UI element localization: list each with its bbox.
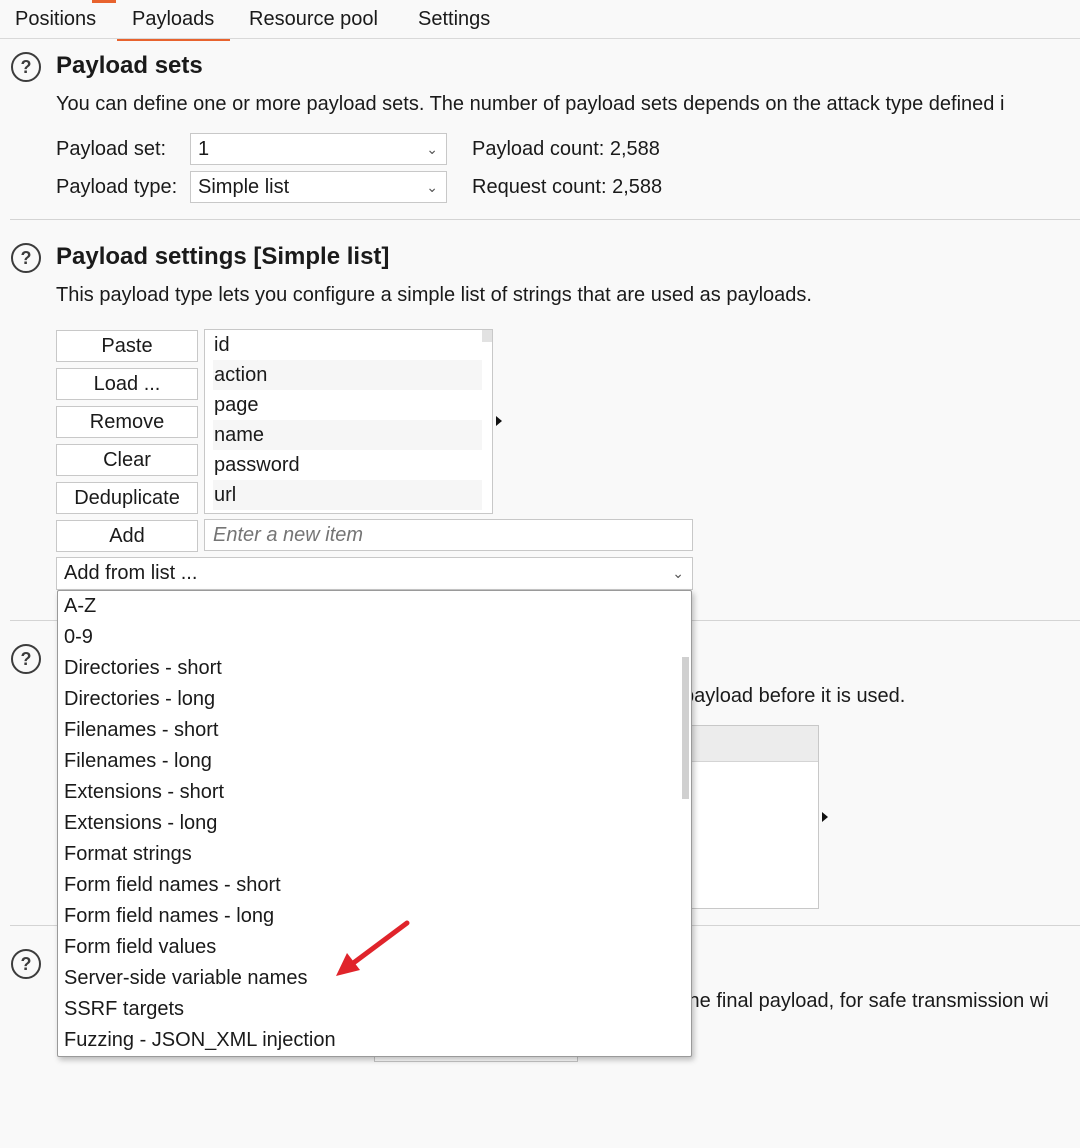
add-from-list-value: Add from list ...: [64, 562, 198, 584]
payload-type-select[interactable]: Simple list ⌄: [190, 171, 447, 203]
dropdown-option[interactable]: Form field values: [64, 932, 216, 963]
encoding-description-tail: the final payload, for safe transmission…: [683, 990, 1049, 1012]
new-item-input[interactable]: [204, 519, 693, 551]
dropdown-scrollbar[interactable]: [682, 657, 689, 799]
dropdown-option[interactable]: Fuzzing - JSON_XML injection: [64, 1025, 336, 1056]
help-icon[interactable]: ?: [11, 52, 41, 82]
payload-sets-description: You can define one or more payload sets.…: [56, 93, 1005, 115]
help-icon[interactable]: ?: [11, 644, 41, 674]
annotation-arrow-icon: [336, 920, 410, 976]
help-icon[interactable]: ?: [11, 243, 41, 273]
payload-sets-heading: Payload sets: [56, 52, 203, 79]
request-count: Request count: 2,588: [472, 176, 663, 198]
payload-settings-heading: Payload settings [Simple list]: [56, 243, 390, 270]
payload-type-label: Payload type:: [56, 176, 178, 198]
paste-button[interactable]: Paste: [56, 330, 198, 362]
payload-settings-description: This payload type lets you configure a s…: [56, 284, 812, 306]
clear-button[interactable]: Clear: [56, 444, 198, 476]
dropdown-option[interactable]: Filenames - short: [64, 715, 219, 746]
chevron-down-icon: ⌄: [672, 565, 684, 581]
list-item[interactable]: id: [213, 330, 482, 360]
list-item[interactable]: page: [213, 390, 482, 420]
dropdown-option[interactable]: Format strings: [64, 839, 192, 870]
load-button[interactable]: Load ...: [56, 368, 198, 400]
chevron-down-icon: ⌄: [426, 179, 438, 195]
dropdown-option[interactable]: A-Z: [64, 591, 96, 622]
tab-settings[interactable]: Settings: [418, 8, 490, 31]
dropdown-option[interactable]: Extensions - long: [64, 808, 217, 839]
add-from-list-select[interactable]: Add from list ... ⌄: [56, 557, 693, 590]
list-item[interactable]: name: [213, 420, 482, 450]
dropdown-option[interactable]: SSRF targets: [64, 994, 184, 1025]
payload-set-label: Payload set:: [56, 138, 167, 160]
dropdown-option[interactable]: Form field names - short: [64, 870, 281, 901]
add-from-list-dropdown[interactable]: A-Z 0-9 Directories - short Directories …: [57, 590, 692, 1057]
tab-payloads[interactable]: Payloads: [117, 8, 231, 41]
dropdown-option[interactable]: Form field names - long: [64, 901, 274, 932]
payload-set-value: 1: [198, 138, 210, 160]
add-button[interactable]: Add: [56, 520, 198, 552]
dropdown-option[interactable]: Directories - long: [64, 684, 215, 715]
payload-set-select[interactable]: 1 ⌄: [190, 133, 447, 165]
expand-arrow-icon[interactable]: [822, 812, 828, 822]
remove-button[interactable]: Remove: [56, 406, 198, 438]
dropdown-option[interactable]: Filenames - long: [64, 746, 212, 777]
expand-arrow-icon[interactable]: [496, 416, 502, 426]
tab-resource-pool[interactable]: Resource pool: [249, 8, 378, 31]
dropdown-option-server-side-variable-names[interactable]: Server-side variable names: [64, 963, 307, 994]
tab-positions[interactable]: Positions: [15, 8, 96, 31]
table-header: [684, 726, 818, 762]
help-icon[interactable]: ?: [11, 949, 41, 979]
payload-list[interactable]: id action page name password url: [204, 329, 493, 514]
dropdown-option[interactable]: Directories - short: [64, 653, 222, 684]
list-item[interactable]: url: [213, 480, 482, 510]
list-scrollbar[interactable]: [482, 330, 492, 342]
payload-count: Payload count: 2,588: [472, 138, 660, 160]
list-item[interactable]: action: [213, 360, 482, 390]
processing-rules-table[interactable]: [683, 725, 819, 909]
dropdown-option[interactable]: 0-9: [64, 622, 93, 653]
deduplicate-button[interactable]: Deduplicate: [56, 482, 198, 514]
chevron-down-icon: ⌄: [426, 141, 438, 157]
payload-type-value: Simple list: [198, 176, 290, 198]
list-item[interactable]: password: [213, 450, 482, 480]
dropdown-option[interactable]: Extensions - short: [64, 777, 224, 808]
tab-accent-line: [92, 0, 116, 3]
section-divider: [10, 219, 1080, 220]
processing-description-tail: payload before it is used.: [683, 685, 906, 707]
